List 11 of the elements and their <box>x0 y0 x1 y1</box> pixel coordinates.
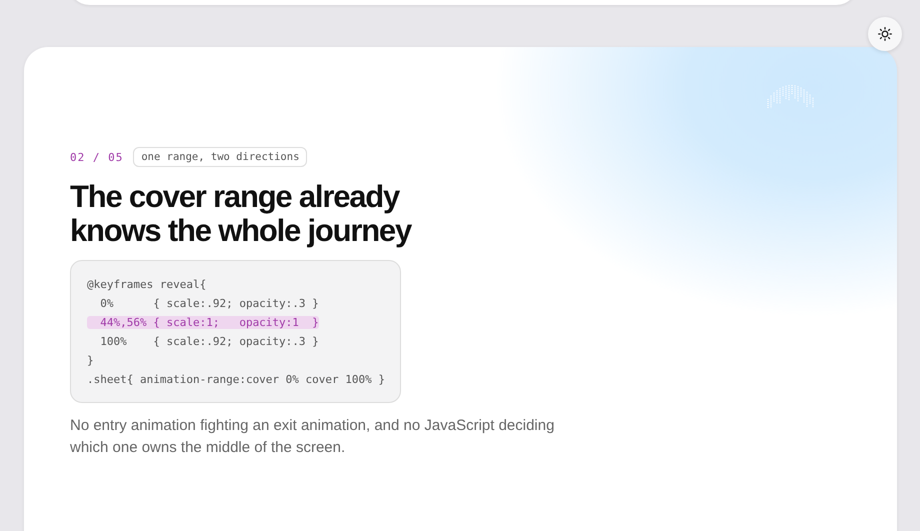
slide-heading: The cover range already knows the whole journey <box>70 180 413 248</box>
code-line: 100% { scale:.92; opacity:.3 } <box>99 335 319 348</box>
topic-tag: one range, two directions <box>133 147 308 167</box>
sun-icon <box>878 27 892 41</box>
code-line: @keyframes reveal{ <box>87 278 206 291</box>
code-line: } <box>87 354 94 367</box>
code-line: 0% { scale:.92; opacity:.3 } <box>99 297 319 310</box>
body-text: No entry animation fighting an exit animation, and no JavaScript deciding which one owns the middle of the screen. <box>70 416 556 458</box>
code-line: .sheet{ animation-range:cover 0% cover 100% } <box>87 373 386 386</box>
slide-counter: 02 / 05 <box>70 150 124 164</box>
theme-toggle-button[interactable] <box>868 17 902 51</box>
